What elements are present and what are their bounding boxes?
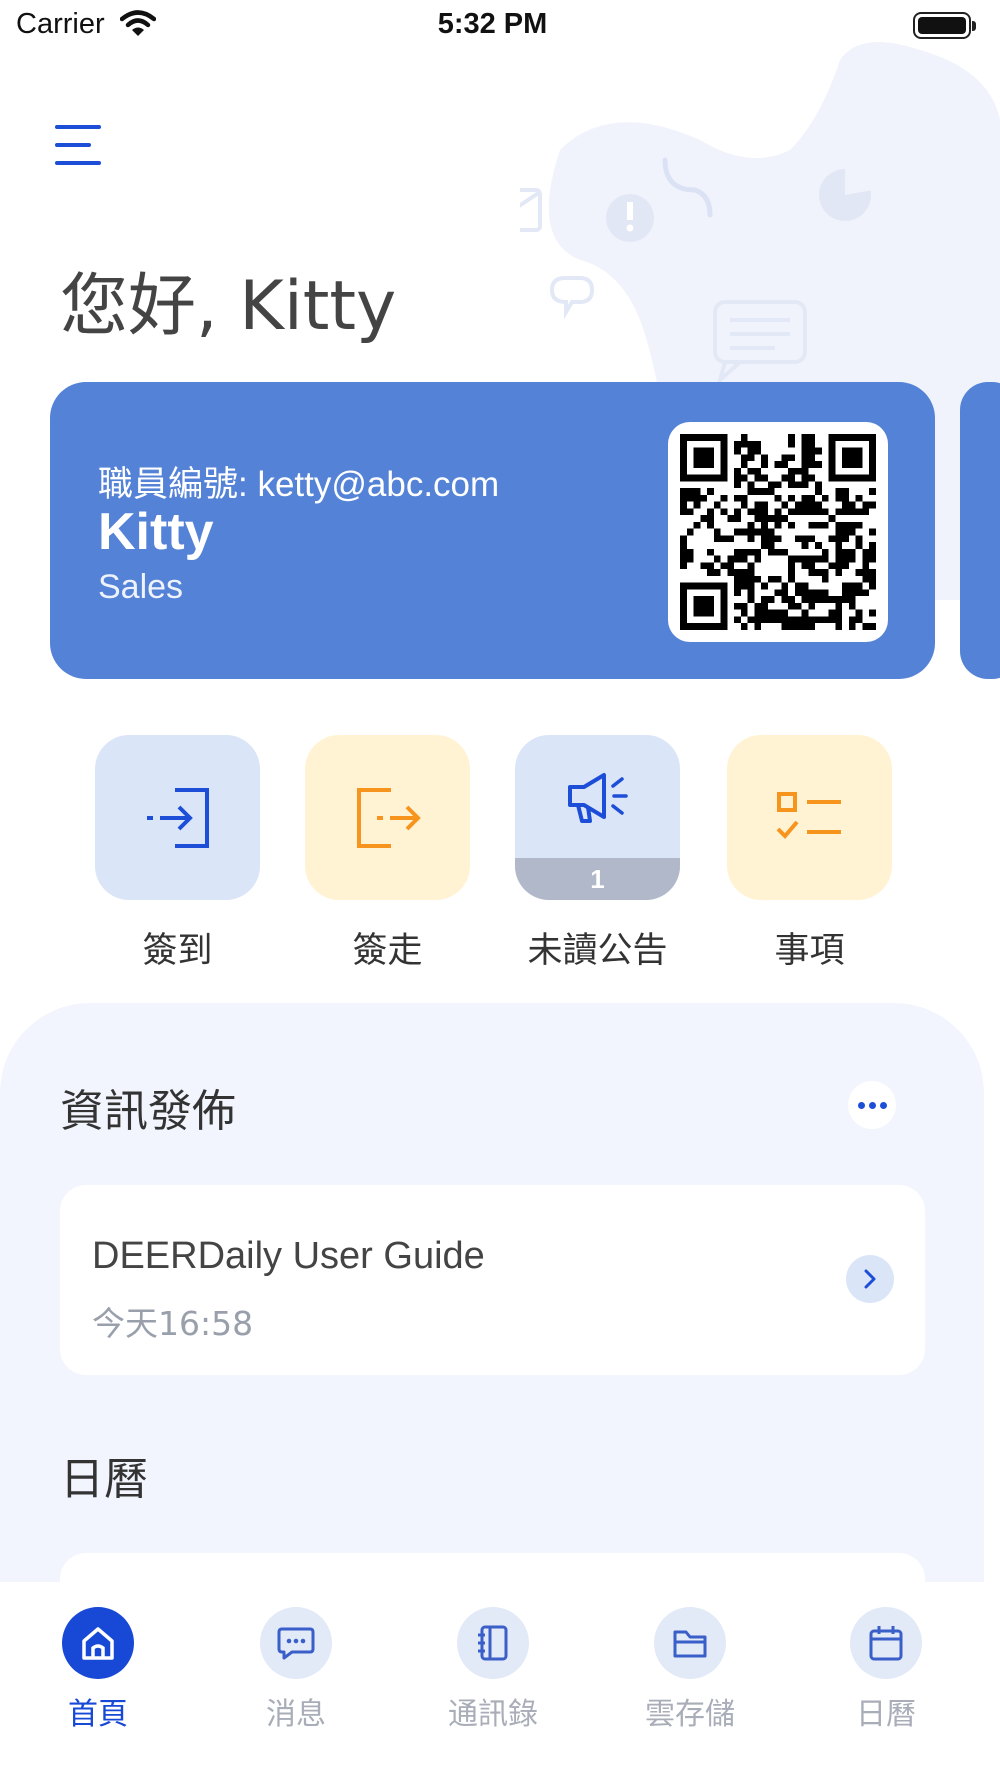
calendar-icon (869, 1626, 903, 1661)
tab-cloud-storage-label: 雲存儲 (645, 1697, 735, 1732)
news-item-time: 今天16:58 (92, 1304, 254, 1343)
menu-icon (55, 125, 101, 129)
tab-contacts[interactable]: 通訊錄 (433, 1607, 553, 1733)
check-in-label: 簽到 (142, 931, 213, 971)
tab-home[interactable]: 首頁 (38, 1607, 158, 1733)
tab-calendar-label: 日曆 (856, 1697, 916, 1732)
next-card-peek[interactable] (960, 382, 1000, 679)
unread-count-badge: 1 (515, 858, 680, 900)
check-in-icon (146, 787, 209, 848)
tab-cloud-storage[interactable]: 雲存儲 (630, 1607, 750, 1733)
qr-code[interactable] (668, 422, 888, 642)
megaphone-icon (567, 773, 628, 823)
tab-messages[interactable]: 消息 (236, 1607, 356, 1733)
tasks-button[interactable]: 事項 (727, 735, 892, 973)
unread-announcements-label: 未讀公告 (527, 931, 668, 971)
check-out-icon (356, 787, 421, 848)
menu-button[interactable] (55, 125, 110, 170)
tab-contacts-label: 通訊錄 (448, 1697, 538, 1732)
folder-icon (673, 1630, 707, 1658)
employee-department: Sales (98, 568, 184, 606)
check-out-label: 簽走 (352, 931, 423, 971)
bottom-tab-bar: 首頁 消息 通訊錄 雲存儲 日曆 (0, 1582, 984, 1778)
check-in-button[interactable]: 簽到 (95, 735, 260, 973)
clock: 5:32 PM (437, 8, 548, 40)
check-out-button[interactable]: 簽走 (305, 735, 470, 973)
chat-icon (277, 1627, 315, 1660)
calendar-section-title: 日曆 (60, 1454, 148, 1505)
tasks-label: 事項 (774, 931, 845, 971)
employee-name: Kitty (98, 503, 214, 561)
quick-actions: 簽到 簽走 1 未讀公告 事項 (0, 735, 1000, 971)
qr-code-icon (680, 434, 876, 630)
unread-announcements-button[interactable]: 1 未讀公告 (515, 735, 680, 973)
news-item-title: DEERDaily User Guide (92, 1235, 485, 1277)
chevron-right-icon[interactable] (846, 1255, 894, 1303)
greeting-title: 您好, Kitty (60, 267, 397, 346)
employee-id-card[interactable]: 職員編號: ketty@abc.com Kitty Sales (50, 382, 935, 679)
tab-messages-label: 消息 (266, 1697, 326, 1732)
checklist-icon (776, 791, 841, 839)
more-icon (857, 1101, 865, 1109)
more-options-button[interactable] (848, 1081, 896, 1129)
news-item[interactable]: DEERDaily User Guide 今天16:58 (60, 1185, 925, 1375)
tab-calendar[interactable]: 日曆 (826, 1607, 946, 1733)
battery-icon (913, 12, 976, 39)
contacts-icon (478, 1625, 508, 1661)
tab-home-label: 首頁 (68, 1697, 128, 1732)
news-section-title: 資訊發佈 (60, 1086, 236, 1137)
home-icon (82, 1627, 114, 1660)
employee-id: 職員編號: ketty@abc.com (98, 465, 500, 504)
